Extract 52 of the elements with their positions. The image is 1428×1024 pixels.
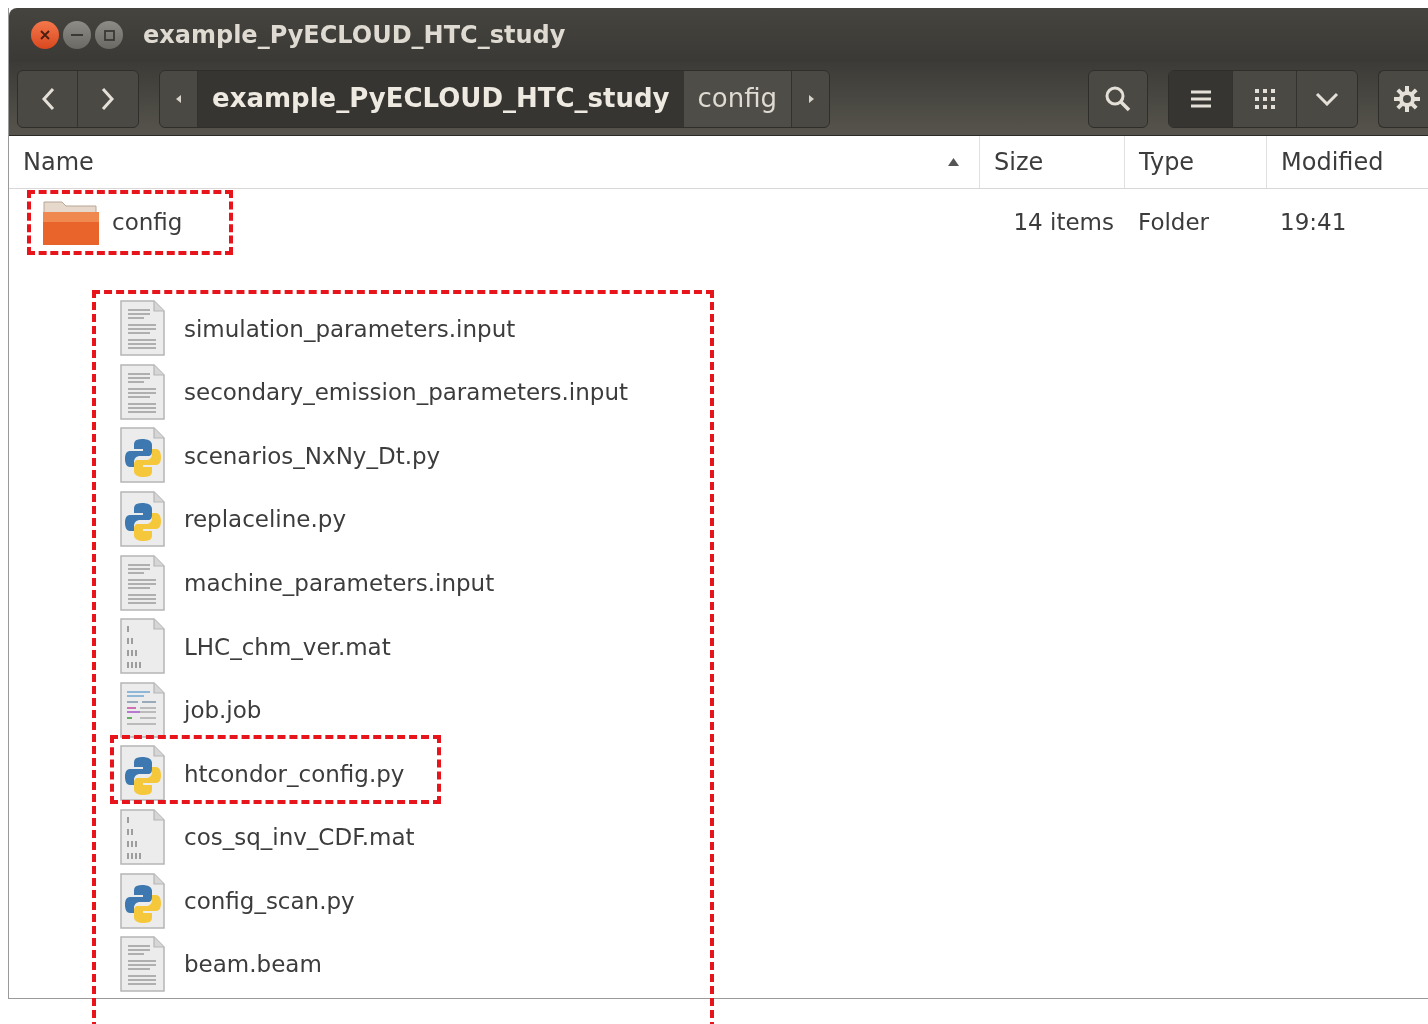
file-name[interactable]: replaceline.py <box>184 502 346 537</box>
grid-icon <box>1254 88 1275 109</box>
maximize-icon <box>103 29 115 41</box>
path-button[interactable]: config <box>683 70 792 127</box>
size-text: 14 items <box>1013 207 1114 237</box>
minimize-icon <box>71 33 83 37</box>
file-name[interactable]: job.job <box>184 693 262 728</box>
file-name[interactable]: htcondor_config.py <box>184 756 405 792</box>
forward-icon <box>101 86 115 111</box>
column-header[interactable]: Size <box>979 136 1124 188</box>
file-name[interactable]: secondary_emission_parameters.input <box>184 375 629 410</box>
window-title: example_PyECLOUD_HTC_study <box>143 20 566 51</box>
binary-file-icon <box>120 618 166 676</box>
arrow-left-icon <box>175 94 182 103</box>
chevron-down-icon <box>1315 91 1339 106</box>
text-file-icon <box>120 363 166 421</box>
settings-icon <box>1393 84 1421 113</box>
back-icon <box>40 86 55 111</box>
column-header[interactable]: Type <box>1124 136 1266 188</box>
search-icon <box>1104 84 1132 113</box>
list-icon <box>1190 89 1211 108</box>
file-name[interactable]: scenarios_NxNy_Dt.py <box>184 438 441 474</box>
modified-text: 19:41 <box>1280 208 1347 235</box>
file-name[interactable]: machine_parameters.input <box>184 565 495 601</box>
search-button[interactable] <box>1088 69 1148 128</box>
file-name[interactable]: config_scan.py <box>184 883 355 919</box>
minimize-button[interactable] <box>63 21 91 49</box>
column-header[interactable]: Name <box>9 136 979 188</box>
file-name[interactable]: cos_sq_inv_CDF.mat <box>184 820 415 855</box>
column-header[interactable]: Modified <box>1266 136 1428 188</box>
maximize-button[interactable] <box>95 21 123 49</box>
list-view-button[interactable] <box>1169 70 1233 127</box>
file-name[interactable]: LHC_chm_ver.mat <box>184 629 391 664</box>
file-name[interactable]: config <box>112 204 183 240</box>
path-button[interactable]: example_PyECLOUD_HTC_study <box>198 70 684 127</box>
text-file-icon <box>120 554 166 612</box>
python-file-icon <box>120 872 166 930</box>
python-file-icon <box>120 491 166 549</box>
close-icon <box>40 30 50 40</box>
python-file-icon <box>120 745 166 803</box>
binary-file-icon <box>120 809 166 867</box>
text-file-icon <box>120 936 166 994</box>
folder-icon <box>42 198 100 246</box>
file-name[interactable]: beam.beam <box>184 947 322 982</box>
settings-button[interactable] <box>1378 69 1428 128</box>
document-file-icon <box>120 681 166 739</box>
type-text: Folder <box>1138 208 1210 235</box>
text-file-icon <box>120 300 166 358</box>
arrow-right-icon <box>807 94 814 103</box>
python-file-icon <box>120 427 166 485</box>
close-button[interactable] <box>31 21 59 49</box>
file-name[interactable]: simulation_parameters.input <box>184 311 516 347</box>
